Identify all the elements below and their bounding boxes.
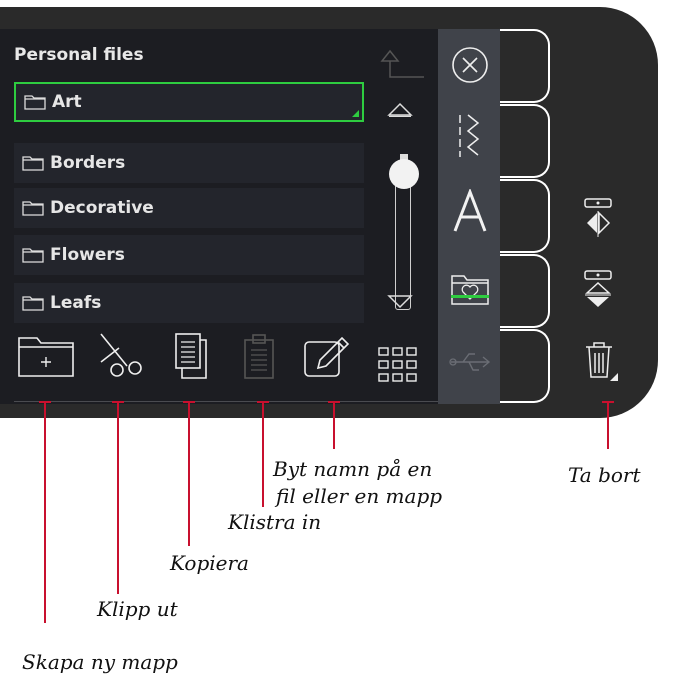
folder-label: Flowers (50, 245, 125, 265)
back-up-arrow-icon[interactable] (376, 37, 426, 81)
cut-icon[interactable] (97, 332, 145, 382)
label-rename-line2: fil eller en mapp (276, 484, 443, 508)
usb-icon[interactable] (449, 351, 491, 373)
hardware-button-1[interactable] (500, 29, 550, 103)
callout-line-delete (607, 401, 609, 449)
mirror-side-icon[interactable] (583, 195, 613, 241)
scroll-down-arrow-icon[interactable] (387, 294, 413, 310)
folder-item-flowers[interactable]: Flowers (14, 235, 364, 275)
scrollbar-thumb[interactable] (388, 154, 420, 190)
trash-icon[interactable] (584, 341, 620, 383)
close-icon[interactable] (450, 45, 490, 85)
file-list-panel: Personal files Art Borders Decorative Fl… (0, 29, 438, 404)
callout-cap-new-folder (39, 401, 51, 403)
folder-item-art[interactable]: Art (14, 82, 364, 122)
page-title: Personal files (14, 45, 144, 65)
folder-label: Art (52, 92, 82, 112)
folder-item-leafs[interactable]: Leafs (14, 283, 364, 323)
folder-icon (22, 296, 44, 311)
hardware-button-3[interactable] (500, 179, 550, 253)
label-new-folder: Skapa ny mapp (22, 650, 178, 674)
stitch-icon[interactable] (456, 111, 482, 159)
sidebar (438, 29, 500, 404)
folder-icon (22, 201, 44, 216)
folder-label: Borders (50, 153, 126, 173)
callout-cap-delete (602, 401, 614, 403)
file-browser-screen: Personal files Art Borders Decorative Fl… (0, 29, 500, 404)
folder-label: Leafs (50, 293, 102, 313)
toolbar-divider (14, 401, 438, 402)
scrollbar-track[interactable] (395, 173, 411, 310)
hardware-button-4[interactable] (500, 254, 550, 328)
folder-label: Decorative (50, 198, 154, 218)
paste-icon[interactable] (242, 332, 276, 382)
active-tab-indicator (451, 295, 489, 298)
folder-icon (24, 95, 46, 110)
folder-item-borders[interactable]: Borders (14, 143, 364, 183)
folder-icon (22, 156, 44, 171)
callout-cap-cut (112, 401, 124, 403)
callout-line-new-folder (44, 401, 46, 623)
label-rename-line1: Byt namn på en (273, 457, 433, 481)
callout-line-paste (262, 401, 264, 507)
selection-corner-icon (352, 110, 359, 117)
callout-line-copy (188, 401, 190, 546)
font-icon[interactable] (452, 189, 488, 233)
hardware-button-5[interactable] (500, 329, 550, 403)
callout-cap-rename (328, 401, 340, 403)
label-cut: Klipp ut (97, 597, 178, 621)
copy-icon[interactable] (172, 332, 212, 382)
scroll-up-arrow-icon[interactable] (387, 101, 413, 117)
label-delete: Ta bort (568, 463, 641, 487)
folder-icon (22, 248, 44, 263)
label-paste: Klistra in (228, 510, 322, 534)
callout-line-cut (117, 401, 119, 594)
personal-files-icon[interactable] (450, 272, 490, 306)
grid-view-icon[interactable] (378, 347, 418, 383)
hardware-button-2[interactable] (500, 104, 550, 178)
mirror-end-icon[interactable] (583, 267, 613, 313)
new-folder-icon[interactable] (17, 332, 75, 378)
rename-icon[interactable] (302, 332, 352, 382)
callout-cap-copy (183, 401, 195, 403)
machine-screen-frame: Personal files Art Borders Decorative Fl… (0, 7, 658, 418)
folder-item-decorative[interactable]: Decorative (14, 188, 364, 228)
label-copy: Kopiera (170, 551, 249, 575)
callout-line-rename (333, 401, 335, 449)
callout-cap-paste (257, 401, 269, 403)
